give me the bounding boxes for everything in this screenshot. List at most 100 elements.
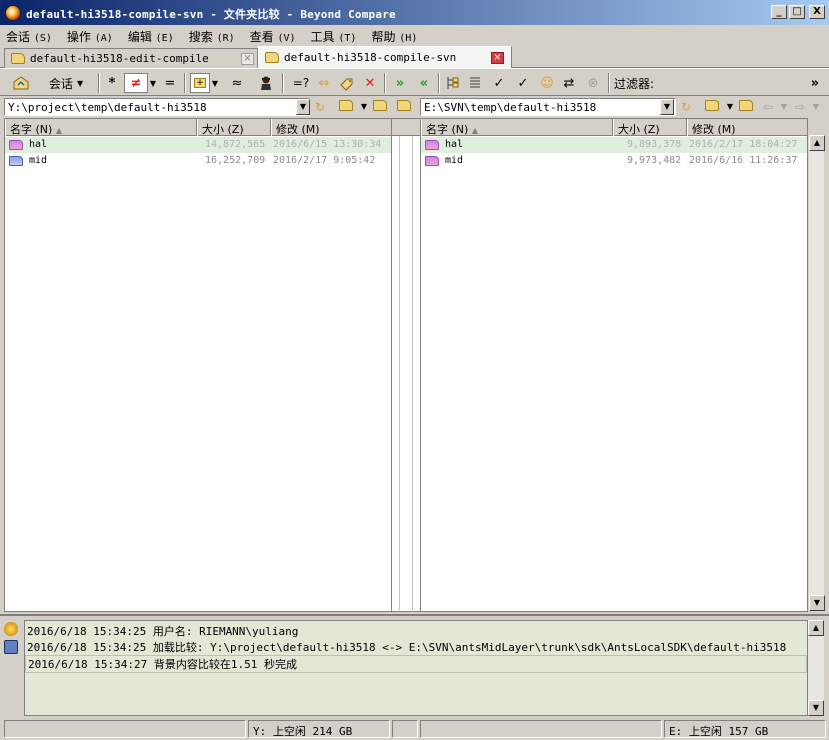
back-dropdown-icon[interactable]: ▼ xyxy=(776,100,792,114)
right-col-size[interactable]: 大小 (Z) xyxy=(613,119,687,136)
menu-session[interactable]: 会话 (S) xyxy=(6,28,52,45)
copy-to-left-icon[interactable]: « xyxy=(414,73,434,93)
back-icon[interactable]: ⇦ xyxy=(760,100,776,114)
scroll-up-button[interactable]: ▲ xyxy=(809,135,825,151)
right-path-dropdown[interactable]: ▼ xyxy=(660,99,674,115)
window-title: default-hi3518-compile-svn - 文件夹比较 - Bey… xyxy=(26,8,396,21)
stop-icon[interactable]: ⊗ xyxy=(584,73,602,93)
list-view-icon[interactable] xyxy=(466,73,484,93)
left-path-dropdown[interactable]: ▼ xyxy=(296,99,310,115)
sync-icon[interactable]: ⇄ xyxy=(560,73,578,93)
left-swap-folder-icon[interactable] xyxy=(396,100,412,114)
beyond-compare-app-icon[interactable] xyxy=(5,5,21,21)
right-browse-dropdown-icon[interactable]: ▼ xyxy=(722,100,738,114)
menu-action[interactable]: 操作 (A) xyxy=(67,28,113,45)
right-row-hal[interactable]: hal 9,893,378 2016/2/17 18:04:27 xyxy=(421,137,807,153)
toolbar-separator xyxy=(438,73,440,93)
tab-compile-svn[interactable]: default-hi3518-compile-svn × xyxy=(258,46,512,68)
right-refresh-icon[interactable]: ↻ xyxy=(678,100,694,114)
session-menu-button[interactable]: 会话 ▼ xyxy=(40,73,92,93)
toolbar-overflow-icon[interactable]: » xyxy=(808,73,822,93)
right-row-mid[interactable]: mid 9,973,482 2016/6/16 11:26:37 xyxy=(421,153,807,169)
home-icon[interactable] xyxy=(10,73,32,93)
expand-folders-icon[interactable]: + xyxy=(190,73,210,93)
minimize-button[interactable]: _ xyxy=(771,5,787,19)
left-col-name[interactable]: 名字 (N) ▲ xyxy=(5,119,197,136)
show-same-icon[interactable]: = xyxy=(162,73,178,93)
log-output[interactable]: 2016/6/18 15:34:25 用户名: RIEMANN\yuliang … xyxy=(24,620,808,716)
scroll-down-button[interactable]: ▼ xyxy=(809,595,825,611)
log-scroll-down-button[interactable]: ▼ xyxy=(808,700,824,716)
ignore-icon[interactable]: ☺ xyxy=(538,73,556,93)
compare-contents-icon[interactable]: =? xyxy=(290,73,312,93)
left-col-size[interactable]: 大小 (Z) xyxy=(197,119,271,136)
row-size: 9,893,378 xyxy=(627,139,682,150)
vertical-scrollbar[interactable]: ▲ ▼ xyxy=(808,135,825,611)
center-gutter xyxy=(392,118,420,612)
log-panel: 2016/6/18 15:34:25 用户名: RIEMANN\yuliang … xyxy=(0,614,829,718)
right-up-folder-icon[interactable] xyxy=(738,100,754,114)
right-browse-folder-icon[interactable] xyxy=(704,100,720,114)
toolbar-separator xyxy=(98,73,100,93)
toolbar-separator xyxy=(184,73,186,93)
delete-icon[interactable]: ✕ xyxy=(360,73,380,93)
row-modified: 2016/2/17 9:05:42 xyxy=(273,155,376,166)
toolbar-separator xyxy=(282,73,284,93)
rename-icon[interactable] xyxy=(336,73,358,93)
left-col-modified[interactable]: 修改 (M) xyxy=(271,119,391,136)
row-size: 14,872,565 xyxy=(205,139,266,150)
menu-tools[interactable]: 工具 (T) xyxy=(311,28,357,45)
tab-label: default-hi3518-edit-compile xyxy=(30,52,209,65)
left-free-space: Y: 上空闲 214 GB xyxy=(248,720,390,738)
left-browse-dropdown-icon[interactable]: ▼ xyxy=(356,100,372,114)
filter-dropdown-icon[interactable]: ▼ xyxy=(148,73,158,93)
check-all-icon[interactable]: ✓ xyxy=(512,73,534,93)
left-refresh-icon[interactable]: ↻ xyxy=(312,100,328,114)
swap-sides-icon[interactable]: ⇔ xyxy=(314,73,334,93)
session-icon xyxy=(265,52,279,63)
check-icon[interactable]: ✓ xyxy=(488,73,510,93)
session-icon xyxy=(11,53,25,64)
left-up-folder-icon[interactable] xyxy=(372,100,388,114)
row-size: 16,252,709 xyxy=(205,155,266,166)
similar-icon[interactable]: ≈ xyxy=(228,73,246,93)
right-col-modified[interactable]: 修改 (M) xyxy=(687,119,807,136)
tree-view-icon[interactable] xyxy=(444,73,462,93)
forward-icon[interactable]: ⇨ xyxy=(792,100,808,114)
left-browse-folder-icon[interactable] xyxy=(338,100,354,114)
right-folder-pane[interactable]: 名字 (N) ▲ 大小 (Z) 修改 (M) hal 9,893,378 201… xyxy=(420,118,808,612)
right-path-bar: E:\SVN\temp\default-hi3518 ▼ ↻ ▼ ⇦ ▼ ⇨ ▼ xyxy=(420,96,829,118)
right-free-space: E: 上空闲 157 GB xyxy=(664,720,826,738)
forward-dropdown-icon[interactable]: ▼ xyxy=(808,100,824,114)
status-cell xyxy=(392,720,418,738)
tab-label: default-hi3518-compile-svn xyxy=(284,51,457,64)
left-row-hal[interactable]: hal 14,872,565 2016/6/15 13:30:34 xyxy=(5,137,391,153)
right-col-name[interactable]: 名字 (N) ▲ xyxy=(421,119,613,136)
log-scrollbar[interactable]: ▲ ▼ xyxy=(808,620,824,716)
tab-close-icon[interactable]: × xyxy=(491,52,504,64)
show-differences-icon[interactable]: ≠ xyxy=(124,73,148,93)
log-scroll-up-button[interactable]: ▲ xyxy=(808,620,824,636)
toolbar-separator xyxy=(384,73,386,93)
left-column-header: 名字 (N) ▲ 大小 (Z) 修改 (M) xyxy=(5,119,391,136)
tab-edit-compile[interactable]: default-hi3518-edit-compile × xyxy=(4,48,258,68)
row-name: mid xyxy=(445,155,464,166)
copy-to-right-icon[interactable]: » xyxy=(390,73,410,93)
log-status-icon[interactable] xyxy=(4,622,18,636)
left-folder-pane[interactable]: 名字 (N) ▲ 大小 (Z) 修改 (M) hal 14,872,565 20… xyxy=(4,118,392,612)
tab-close-icon[interactable]: × xyxy=(241,53,254,65)
show-all-icon[interactable]: * xyxy=(104,73,120,93)
menu-edit[interactable]: 编辑 (E) xyxy=(128,28,174,45)
close-button[interactable]: X xyxy=(809,5,825,19)
menu-view[interactable]: 查看 (V) xyxy=(250,28,296,45)
left-row-mid[interactable]: mid 16,252,709 2016/2/17 9:05:42 xyxy=(5,153,391,169)
menu-search[interactable]: 搜索 (R) xyxy=(189,28,235,45)
user-icon[interactable] xyxy=(254,73,278,93)
pink-folder-icon xyxy=(425,156,439,166)
left-path-input[interactable]: Y:\project\temp\default-hi3518 xyxy=(4,98,310,116)
expand-dropdown-icon[interactable]: ▼ xyxy=(210,73,220,93)
menu-help[interactable]: 帮助 (H) xyxy=(371,28,417,45)
right-path-input[interactable]: E:\SVN\temp\default-hi3518 xyxy=(420,98,676,116)
save-log-icon[interactable] xyxy=(4,640,18,654)
maximize-button[interactable]: □ xyxy=(789,5,805,19)
